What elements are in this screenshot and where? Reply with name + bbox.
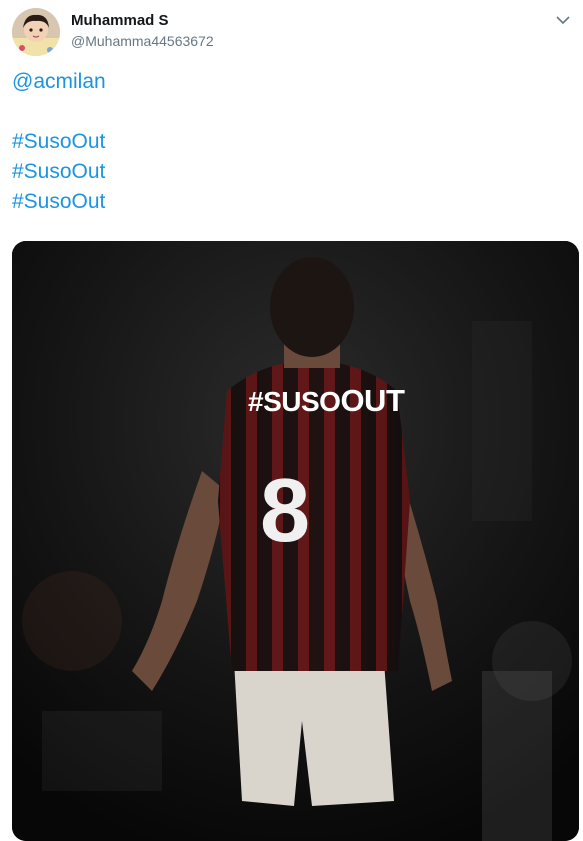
hashtag-link[interactable]: #SusoOut bbox=[12, 190, 105, 214]
overlay-hashtag-prefix: #SUSO bbox=[248, 386, 341, 417]
author-name[interactable]: Muhammad S bbox=[71, 12, 169, 29]
chevron-down-icon[interactable] bbox=[553, 10, 573, 30]
mention-link[interactable]: @acmilan bbox=[12, 70, 106, 94]
hashtag-link[interactable]: #SusoOut bbox=[12, 160, 105, 184]
avatar[interactable] bbox=[12, 8, 60, 56]
author-handle[interactable]: @Muhamma44563672 bbox=[71, 33, 214, 49]
tweet-photo[interactable]: 8 bbox=[12, 241, 579, 841]
hashtag-link[interactable]: #SusoOut bbox=[12, 130, 105, 154]
tweet-card: Muhammad S @Muhamma44563672 @acmilan #Su… bbox=[0, 0, 583, 841]
overlay-hashtag: #SUSOOUT bbox=[248, 383, 405, 419]
shirt-number: 8 bbox=[260, 461, 310, 561]
overlay-out: OUT bbox=[340, 383, 405, 418]
photo-illustration: 8 bbox=[12, 241, 579, 841]
